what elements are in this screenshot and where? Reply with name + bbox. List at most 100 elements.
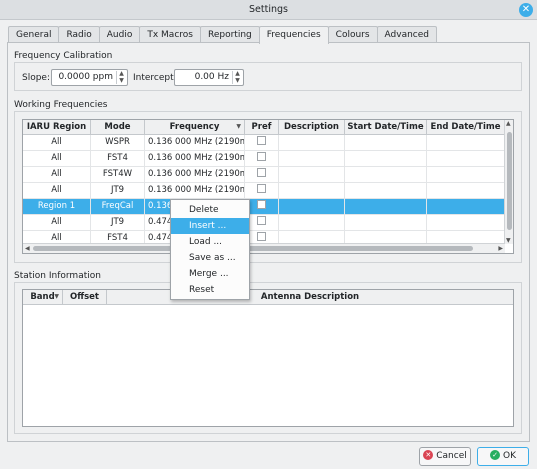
- tab-frequencies[interactable]: Frequencies: [258, 26, 329, 44]
- menu-item-reset[interactable]: Reset: [171, 282, 249, 298]
- ok-button[interactable]: ✓ OK: [477, 447, 529, 466]
- tab-audio[interactable]: Audio: [98, 26, 141, 43]
- cell-pref[interactable]: [245, 135, 279, 151]
- cell-pref[interactable]: [245, 215, 279, 231]
- table-row[interactable]: All WSPR 0.136 000 MHz (2190m): [23, 135, 505, 151]
- tab-general[interactable]: General: [8, 26, 60, 43]
- table-row[interactable]: All JT9 0.136 000 MHz (2190m): [23, 183, 505, 199]
- table-row[interactable]: All FST4 0.136 000 MHz (2190m): [23, 151, 505, 167]
- col-start-datetime[interactable]: Start Date/Time: [345, 120, 427, 135]
- col-mode[interactable]: Mode: [91, 120, 145, 135]
- pref-checkbox[interactable]: [257, 232, 266, 241]
- cell-mode[interactable]: WSPR: [91, 135, 145, 151]
- cell-start-datetime[interactable]: [345, 183, 427, 199]
- scroll-left-icon[interactable]: ◀: [25, 245, 30, 252]
- menu-item-insert[interactable]: Insert ...: [171, 218, 249, 234]
- col-antenna-description[interactable]: Antenna Description: [107, 290, 513, 305]
- col-description[interactable]: Description: [279, 120, 345, 135]
- cell-start-datetime[interactable]: [345, 215, 427, 231]
- cancel-button[interactable]: ✕ Cancel: [419, 447, 471, 466]
- col-band[interactable]: Band ▼: [23, 290, 63, 305]
- menu-item-delete[interactable]: Delete: [171, 202, 249, 218]
- close-icon[interactable]: ✕: [519, 3, 533, 17]
- cell-mode[interactable]: FST4W: [91, 167, 145, 183]
- cell-frequency[interactable]: 0.136 000 MHz (2190m): [145, 151, 245, 167]
- working-frequencies-table[interactable]: IARU Region Mode Frequency ▼ Pref Descri…: [22, 119, 514, 254]
- cell-start-datetime[interactable]: [345, 199, 427, 215]
- menu-item-merge[interactable]: Merge ...: [171, 266, 249, 282]
- cell-pref[interactable]: [245, 199, 279, 215]
- table-row[interactable]: Region 1FreqCal0.136 000 MHz (2190m): [23, 199, 505, 215]
- cell-start-datetime[interactable]: [345, 167, 427, 183]
- col-end-datetime[interactable]: End Date/Time: [427, 120, 505, 135]
- intercept-value: 0.00 Hz: [194, 72, 229, 82]
- intercept-label: Intercept:: [133, 73, 177, 83]
- scroll-up-icon[interactable]: ▲: [506, 120, 511, 127]
- sort-down-icon: ▼: [236, 123, 241, 130]
- cell-end-datetime[interactable]: [427, 199, 505, 215]
- cell-frequency[interactable]: 0.136 000 MHz (2190m): [145, 167, 245, 183]
- tab-colours[interactable]: Colours: [327, 26, 378, 43]
- pref-checkbox[interactable]: [257, 136, 266, 145]
- cell-pref[interactable]: [245, 183, 279, 199]
- horizontal-scroll-thumb[interactable]: [33, 246, 473, 251]
- cell-description[interactable]: [279, 135, 345, 151]
- station-table[interactable]: Band ▼ Offset Antenna Description: [22, 289, 514, 427]
- col-offset[interactable]: Offset: [63, 290, 107, 305]
- col-pref[interactable]: Pref: [245, 120, 279, 135]
- cell-end-datetime[interactable]: [427, 135, 505, 151]
- col-iaru-region[interactable]: IARU Region: [23, 120, 91, 135]
- cell-pref[interactable]: [245, 151, 279, 167]
- intercept-spin-arrows-icon[interactable]: ▲ ▼: [232, 70, 242, 84]
- cell-description[interactable]: [279, 151, 345, 167]
- vertical-scrollbar[interactable]: ▲ ▼: [504, 120, 513, 244]
- cell-start-datetime[interactable]: [345, 135, 427, 151]
- slope-value: 0.0000 ppm: [58, 72, 113, 82]
- cell-pref[interactable]: [245, 167, 279, 183]
- table-row[interactable]: All FST4W 0.136 000 MHz (2190m): [23, 167, 505, 183]
- cell-end-datetime[interactable]: [427, 167, 505, 183]
- table-row[interactable]: AllJT90.474 200 MHz (630m): [23, 215, 505, 231]
- cell-region[interactable]: Region 1: [23, 199, 91, 215]
- cell-mode[interactable]: FST4: [91, 151, 145, 167]
- slope-spin-arrows-icon[interactable]: ▲ ▼: [116, 70, 126, 84]
- cell-frequency[interactable]: 0.136 000 MHz (2190m): [145, 183, 245, 199]
- scroll-down-icon[interactable]: ▼: [506, 237, 511, 244]
- cell-frequency[interactable]: 0.136 000 MHz (2190m): [145, 135, 245, 151]
- cell-mode[interactable]: FreqCal: [91, 199, 145, 215]
- cell-region[interactable]: All: [23, 167, 91, 183]
- cell-region[interactable]: All: [23, 135, 91, 151]
- pref-checkbox[interactable]: [257, 168, 266, 177]
- tab-advanced[interactable]: Advanced: [376, 26, 438, 43]
- cell-region[interactable]: All: [23, 151, 91, 167]
- cell-description[interactable]: [279, 199, 345, 215]
- cell-region[interactable]: All: [23, 183, 91, 199]
- scroll-right-icon[interactable]: ▶: [498, 245, 503, 252]
- col-frequency-label: Frequency: [169, 122, 220, 132]
- cell-description[interactable]: [279, 183, 345, 199]
- pref-checkbox[interactable]: [257, 184, 266, 193]
- vertical-scroll-thumb[interactable]: [507, 132, 512, 230]
- menu-item-save-as[interactable]: Save as ...: [171, 250, 249, 266]
- pref-checkbox[interactable]: [257, 200, 266, 209]
- tab-reporting[interactable]: Reporting: [199, 26, 260, 43]
- tab-tx-macros[interactable]: Tx Macros: [139, 26, 201, 43]
- col-frequency[interactable]: Frequency ▼: [145, 120, 245, 135]
- pref-checkbox[interactable]: [257, 216, 266, 225]
- cell-mode[interactable]: JT9: [91, 215, 145, 231]
- slope-spinbox[interactable]: 0.0000 ppm ▲ ▼: [51, 69, 128, 86]
- cell-description[interactable]: [279, 167, 345, 183]
- cell-description[interactable]: [279, 215, 345, 231]
- intercept-spinbox[interactable]: 0.00 Hz ▲ ▼: [174, 69, 244, 86]
- menu-item-load[interactable]: Load ...: [171, 234, 249, 250]
- cell-region[interactable]: All: [23, 215, 91, 231]
- cell-end-datetime[interactable]: [427, 183, 505, 199]
- tab-radio[interactable]: Radio: [58, 26, 100, 43]
- table-body: All WSPR 0.136 000 MHz (2190m) All FST4 0.136…: [23, 135, 505, 247]
- cell-end-datetime[interactable]: [427, 151, 505, 167]
- horizontal-scrollbar[interactable]: ◀ ▶: [23, 243, 505, 253]
- cell-start-datetime[interactable]: [345, 151, 427, 167]
- cell-mode[interactable]: JT9: [91, 183, 145, 199]
- cell-end-datetime[interactable]: [427, 215, 505, 231]
- pref-checkbox[interactable]: [257, 152, 266, 161]
